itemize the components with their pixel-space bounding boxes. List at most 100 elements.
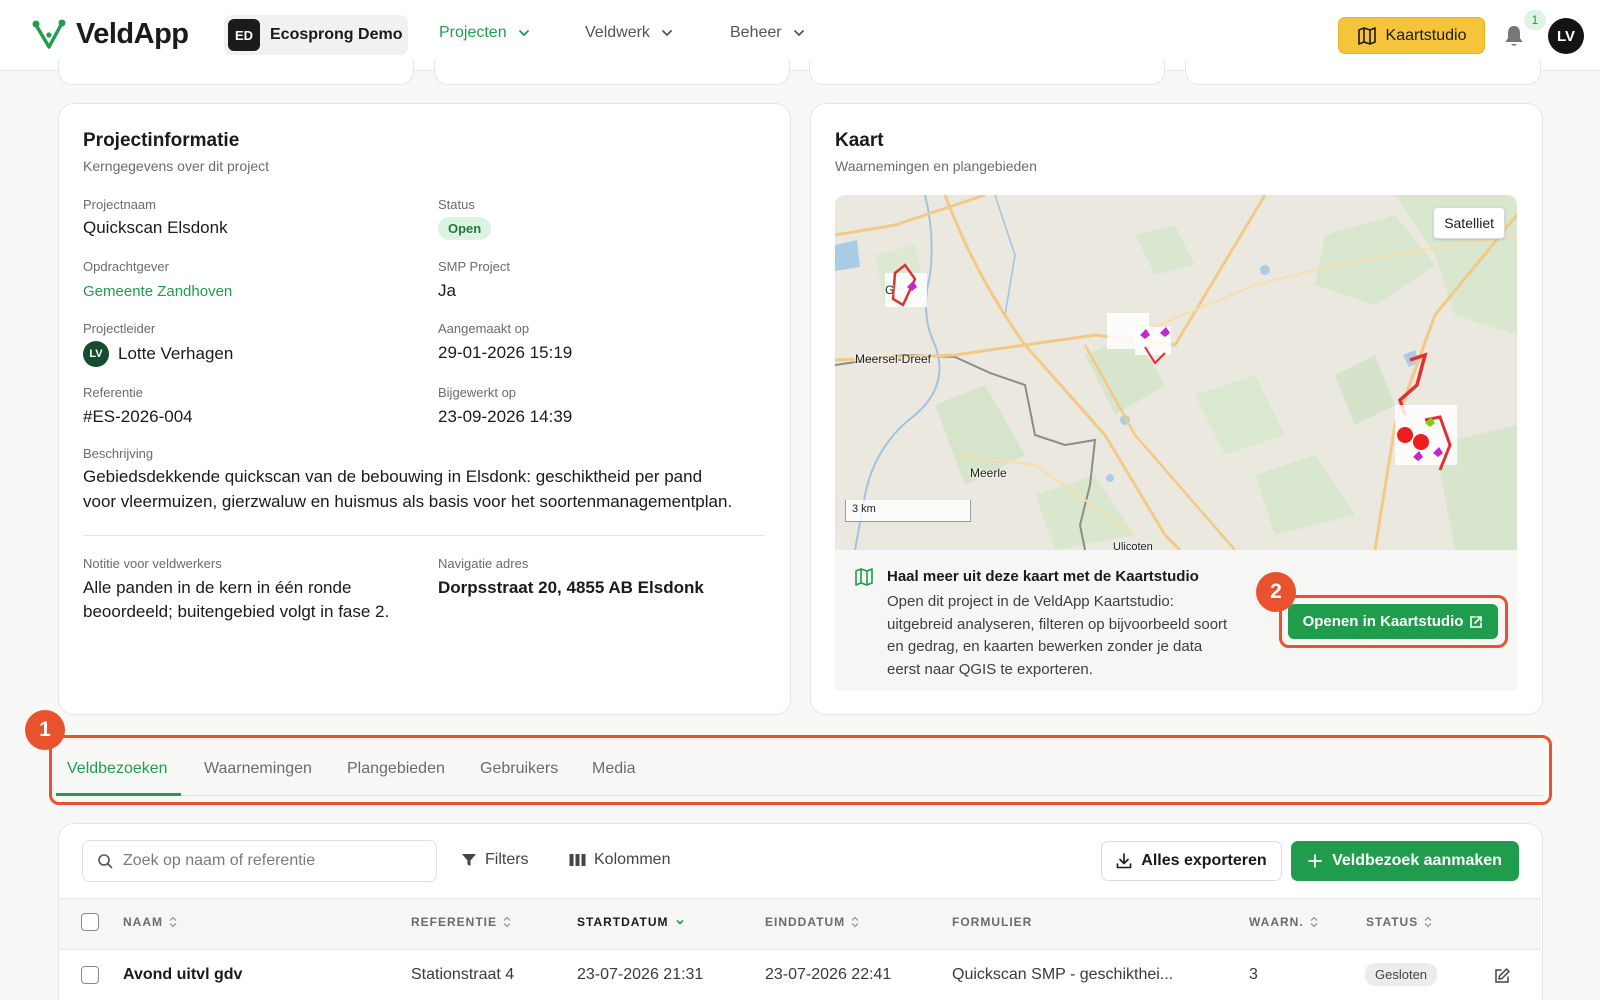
- export-all-button[interactable]: Alles exporteren: [1101, 841, 1282, 881]
- adres-value: Dorpsstraat 20, 4855 AB Elsdonk: [438, 578, 704, 597]
- open-in-kaartstudio-button[interactable]: Openen in Kaartstudio: [1288, 604, 1498, 639]
- sort-descending-icon: [675, 919, 684, 925]
- user-avatar[interactable]: LV: [1548, 18, 1584, 54]
- bijgewerkt-value: 23-09-2026 14:39: [438, 407, 573, 426]
- column-header-referentie[interactable]: REFERENTIE: [411, 915, 511, 929]
- aangemaakt-value: 29-01-2026 15:19: [438, 343, 573, 362]
- column-header-label: WAARN.: [1249, 915, 1304, 929]
- tab-veldbezoeken[interactable]: Veldbezoeken: [67, 760, 168, 778]
- columns-button[interactable]: Kolommen: [569, 851, 670, 869]
- adres-label: Navigatie adres: [438, 556, 529, 571]
- select-all-checkbox[interactable]: [81, 913, 99, 931]
- aangemaakt-label: Aangemaakt op: [438, 321, 530, 336]
- projectnaam-label: Projectnaam: [83, 197, 156, 212]
- beschrijving-line-1: Gebiedsdekkende quickscan van de bebouwi…: [83, 467, 703, 486]
- project-info-subtitle: Kerngegevens over dit project: [83, 158, 269, 174]
- columns-label: Kolommen: [594, 851, 671, 868]
- map-place-label: Meerle: [970, 466, 1007, 480]
- search-icon: [98, 854, 113, 869]
- org-name: Ecosprong Demo: [270, 26, 403, 43]
- column-header-naam[interactable]: NAAM: [123, 915, 177, 929]
- tab-gebruikers[interactable]: Gebruikers: [480, 760, 558, 778]
- table-cell-formulier: Quickscan SMP - geschikthei...: [952, 966, 1174, 983]
- row-checkbox[interactable]: [81, 966, 99, 984]
- open-in-kaartstudio-label: Openen in Kaartstudio: [1302, 613, 1464, 630]
- section-divider: [83, 535, 765, 536]
- summary-card-peek: [1185, 60, 1541, 85]
- status-badge: Open: [438, 217, 492, 240]
- table-cell-referentie: Stationstraat 4: [411, 966, 515, 983]
- projectleider-avatar: LV: [83, 341, 109, 367]
- column-header-startdatum[interactable]: STARTDATUM: [577, 915, 685, 929]
- summary-card-peek: [434, 60, 790, 85]
- search-input[interactable]: Zoek op naam of referentie: [82, 840, 437, 882]
- tab-media[interactable]: Media: [592, 760, 636, 778]
- nav-projecten-label: Projecten: [439, 24, 507, 41]
- map-place-label: Meersel-Dreef: [855, 352, 932, 366]
- column-header-formulier[interactable]: FORMULIER: [952, 915, 1032, 929]
- external-link-icon: [1470, 615, 1483, 628]
- filters-button[interactable]: Filters: [461, 851, 529, 869]
- status-label: Status: [438, 197, 475, 212]
- referentie-label: Referentie: [83, 385, 143, 400]
- table-cell-waarnemingen: 3: [1249, 966, 1258, 983]
- map-canvas: [835, 195, 1517, 550]
- nav-projecten[interactable]: Projecten: [439, 24, 531, 42]
- beschrijving-line-2: voor vleermuizen, gierzwaluw en huismus …: [83, 492, 733, 511]
- add-veldbezoek-button[interactable]: Veldbezoek aanmaken: [1291, 841, 1519, 881]
- sort-icon: [169, 916, 177, 928]
- column-header-waarnemingen[interactable]: WAARN.: [1249, 915, 1318, 929]
- map-subtitle: Waarnemingen en plangebieden: [835, 158, 1037, 174]
- smp-value: Ja: [438, 281, 456, 300]
- promo-text-line: Open dit project in de VeldApp Kaartstud…: [887, 593, 1174, 610]
- nav-veldwerk-label: Veldwerk: [585, 24, 650, 41]
- table-cell-naam[interactable]: Avond uitvl gdv: [123, 966, 242, 984]
- map-place-label: Ulicoten: [1113, 541, 1153, 550]
- export-all-label: Alles exporteren: [1141, 852, 1267, 869]
- table-cell-startdatum: 23-07-2026 21:31: [577, 966, 704, 983]
- promo-text-line: uitgebreid analyseren, filteren op bijvo…: [887, 615, 1228, 633]
- promo-text-line: eerst naar QGIS te exporteren.: [887, 660, 1093, 678]
- filter-icon: [462, 854, 476, 866]
- edit-icon[interactable]: [1493, 967, 1511, 985]
- projectleider-value: Lotte Verhagen: [118, 344, 234, 363]
- bell-icon[interactable]: [1503, 24, 1525, 48]
- org-badge: ED: [228, 19, 260, 51]
- map-icon: [1357, 26, 1376, 45]
- sort-icon: [1424, 916, 1432, 928]
- map-view[interactable]: G Meersel-Dreef Meerle Ulicoten Satellie…: [835, 195, 1517, 550]
- tab-waarnemingen[interactable]: Waarnemingen: [204, 760, 312, 778]
- nav-veldwerk[interactable]: Veldwerk: [585, 24, 674, 42]
- chevron-down-icon: [793, 30, 804, 37]
- status-badge: Gesloten: [1365, 963, 1438, 986]
- satellite-toggle-button[interactable]: Satelliet: [1433, 207, 1505, 239]
- project-info-title: Projectinformatie: [83, 130, 240, 151]
- column-header-label: STATUS: [1366, 915, 1419, 929]
- nav-beheer[interactable]: Beheer: [730, 24, 806, 42]
- notitie-line-1: Alle panden in de kern in één ronde: [83, 578, 352, 597]
- callout-number-2: 2: [1256, 572, 1296, 612]
- smp-label: SMP Project: [438, 259, 511, 274]
- plus-icon: [1308, 854, 1322, 868]
- opdrachtgever-link[interactable]: Gemeente Zandhoven: [83, 283, 232, 300]
- sort-icon: [503, 916, 511, 928]
- column-header-einddatum[interactable]: EINDDATUM: [765, 915, 859, 929]
- map-title: Kaart: [835, 130, 884, 151]
- notitie-label: Notitie voor veldwerkers: [83, 556, 222, 571]
- map-place-label: G: [885, 283, 895, 297]
- sort-icon: [851, 916, 859, 928]
- kaartstudio-button[interactable]: Kaartstudio: [1338, 17, 1485, 54]
- map-scale-bar: 3 km: [845, 500, 971, 522]
- column-header-label: STARTDATUM: [577, 915, 669, 929]
- tab-plangebieden[interactable]: Plangebieden: [347, 760, 445, 778]
- column-header-status[interactable]: STATUS: [1366, 915, 1432, 929]
- referentie-value: #ES-2026-004: [83, 407, 193, 426]
- add-veldbezoek-label: Veldbezoek aanmaken: [1332, 852, 1502, 869]
- app-name: VeldApp: [76, 18, 189, 50]
- app-logo[interactable]: VeldApp: [32, 18, 189, 51]
- summary-card-peek: [809, 60, 1165, 85]
- nav-beheer-label: Beheer: [730, 24, 782, 41]
- kaartstudio-button-label: Kaartstudio: [1385, 26, 1467, 44]
- notification-count-badge: 1: [1524, 10, 1546, 30]
- organization-switcher[interactable]: ED Ecosprong Demo: [224, 15, 408, 55]
